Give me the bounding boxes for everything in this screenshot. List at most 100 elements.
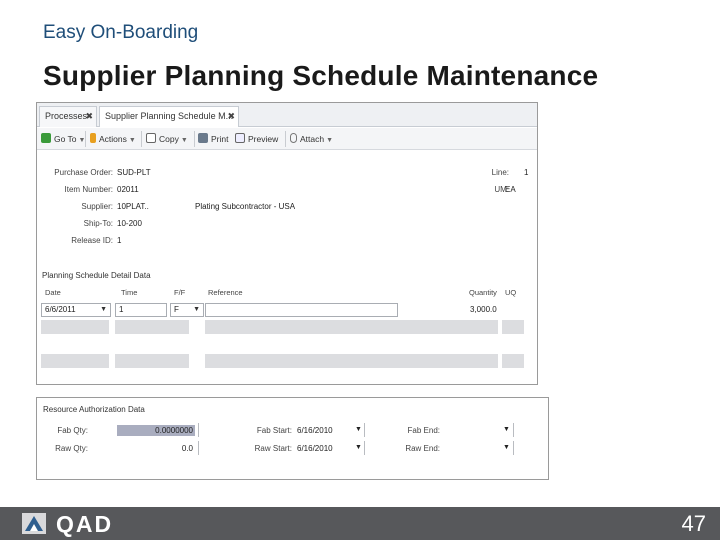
print-icon: [198, 133, 208, 143]
supplier-value: 10PLAT..: [117, 202, 149, 211]
raw-qty-label: Raw Qty:: [55, 444, 88, 453]
slide-kicker: Easy On-Boarding: [43, 22, 199, 43]
line-value: 1: [524, 168, 529, 177]
preview-label: Preview: [248, 134, 279, 144]
actions-label: Actions: [99, 134, 127, 144]
ship-to-value: 10-200: [117, 219, 142, 228]
raw-start-label: Raw Start:: [254, 444, 292, 453]
field-divider: [198, 441, 199, 455]
toolbar-divider: [141, 131, 142, 147]
chevron-down-icon: ▼: [180, 137, 188, 144]
fab-start-label: Fab Start:: [256, 426, 292, 435]
chevron-down-icon: ▼: [128, 137, 136, 144]
column-header-uq: UQ: [505, 288, 517, 297]
release-id-value: 1: [117, 236, 122, 245]
ff-select[interactable]: F ▼: [170, 303, 204, 317]
copy-label: Copy: [159, 134, 179, 144]
chevron-down-icon: ▼: [326, 137, 334, 144]
purchase-order-label: Purchase Order:: [54, 168, 113, 177]
date-input[interactable]: 6/6/2011 ▼: [41, 303, 111, 317]
fab-end-label: Fab End:: [407, 426, 440, 435]
calendar-dropdown-icon[interactable]: ▼: [100, 304, 107, 316]
fab-qty-label: Fab Qty:: [57, 426, 88, 435]
detail-section-label: Planning Schedule Detail Data: [42, 271, 151, 280]
purchase-order-value: SUD-PLT: [117, 168, 151, 177]
um-value: EA: [505, 185, 516, 194]
ship-to-label: Ship-To:: [83, 219, 113, 228]
attach-label: Attach: [300, 134, 325, 144]
actions-icon: [90, 133, 96, 143]
chevron-down-icon[interactable]: ▼: [193, 304, 200, 316]
calendar-dropdown-icon[interactable]: ▼: [503, 444, 510, 451]
toolbar-divider: [194, 131, 195, 147]
slide-footer: QAD 47: [0, 507, 720, 540]
copy-icon: [146, 133, 156, 143]
empty-row-cell: [502, 354, 524, 368]
preview-button[interactable]: Preview: [235, 132, 278, 146]
tab-supplier-planning-label: Supplier Planning Schedule M...: [105, 111, 234, 121]
close-icon[interactable]: ✖: [85, 107, 93, 126]
fab-start-value[interactable]: 6/16/2010: [297, 426, 333, 435]
empty-row-cell: [205, 320, 498, 334]
print-label: Print: [211, 134, 229, 144]
empty-row-cell: [41, 354, 109, 368]
resource-authorization-panel: Resource Authorization Data Fab Qty: 0.0…: [36, 397, 549, 480]
paperclip-icon: [290, 133, 297, 143]
time-value: 1: [119, 305, 124, 314]
slide-title: Supplier Planning Schedule Maintenance: [43, 60, 599, 91]
qad-logo-icon: [22, 513, 46, 534]
fab-qty-field[interactable]: 0.0000000: [117, 425, 195, 436]
actions-button[interactable]: Actions ▼: [90, 132, 136, 146]
copy-button[interactable]: Copy ▼: [146, 132, 188, 146]
item-number-label: Item Number:: [64, 185, 113, 194]
field-divider: [513, 441, 514, 455]
line-label: Line:: [491, 168, 509, 177]
page-number: 47: [681, 511, 706, 536]
raw-qty-value: 0.0: [181, 444, 193, 453]
raw-start-value[interactable]: 6/16/2010: [297, 444, 333, 453]
field-divider: [513, 423, 514, 437]
toolbar-divider: [85, 131, 86, 147]
print-button[interactable]: Print: [198, 132, 228, 146]
reference-input[interactable]: [205, 303, 398, 317]
tab-processes-label: Processes: [45, 111, 88, 121]
toolbar: Go To ▼ Actions ▼ Copy ▼ Print Preview Atta…: [37, 128, 537, 150]
tab-bar: Processes ✖ Supplier Planning Schedule M…: [37, 103, 537, 127]
column-header-ff: F/F: [174, 288, 186, 297]
release-id-label: Release ID:: [71, 236, 113, 245]
supplier-name: Plating Subcontractor - USA: [195, 202, 296, 211]
calendar-dropdown-icon[interactable]: ▼: [355, 426, 362, 433]
close-icon[interactable]: ✖: [227, 107, 235, 126]
supplier-label: Supplier:: [81, 202, 113, 211]
tab-processes[interactable]: Processes ✖: [39, 106, 97, 127]
date-value: 6/6/2011: [45, 305, 76, 314]
qad-brand-text: QAD: [56, 511, 114, 537]
tab-supplier-planning[interactable]: Supplier Planning Schedule M... ✖: [99, 106, 239, 127]
field-divider: [364, 423, 365, 437]
go-to-icon: [41, 133, 51, 143]
attach-button[interactable]: Attach ▼: [290, 132, 333, 146]
time-input[interactable]: 1: [115, 303, 167, 317]
empty-row-cell: [115, 354, 189, 368]
raw-qty-field[interactable]: 0.0: [117, 443, 195, 454]
empty-row-cell: [205, 354, 498, 368]
quantity-value: 3,000.0: [470, 305, 497, 314]
item-number-value: 02011: [117, 185, 139, 194]
ff-value: F: [174, 305, 179, 314]
column-header-quantity: Quantity: [469, 288, 497, 297]
toolbar-divider: [285, 131, 286, 147]
calendar-dropdown-icon[interactable]: ▼: [503, 426, 510, 433]
calendar-dropdown-icon[interactable]: ▼: [355, 444, 362, 451]
go-to-button[interactable]: Go To ▼: [41, 132, 85, 146]
field-divider: [198, 423, 199, 437]
empty-row-cell: [41, 320, 109, 334]
empty-row-cell: [502, 320, 524, 334]
column-header-reference: Reference: [208, 288, 243, 297]
column-header-time: Time: [121, 288, 138, 297]
fab-qty-value: 0.0000000: [155, 426, 193, 435]
authorization-section-label: Resource Authorization Data: [43, 405, 145, 414]
go-to-label: Go To: [54, 134, 77, 144]
field-divider: [364, 441, 365, 455]
raw-end-label: Raw End:: [405, 444, 440, 453]
preview-icon: [235, 133, 245, 143]
